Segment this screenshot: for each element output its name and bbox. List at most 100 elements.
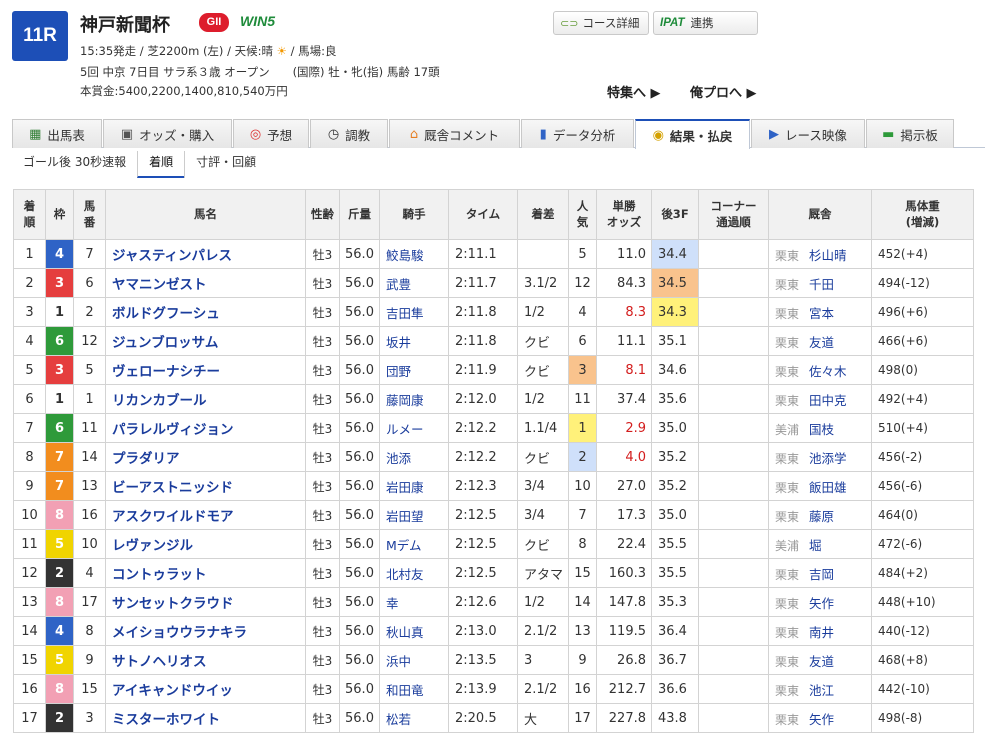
subtab-review[interactable]: 寸評・回顧	[184, 151, 267, 178]
odds-cell: 84.3	[596, 268, 652, 298]
jockey-link[interactable]: 和田竜	[386, 683, 424, 698]
horse-link[interactable]: ヴェローナシチー	[112, 364, 220, 380]
subtab-finish-order[interactable]: 着順	[137, 151, 185, 178]
horse-link[interactable]: コントゥラット	[112, 567, 207, 583]
ore-pro-link[interactable]: 俺プロへ ▶	[690, 82, 757, 101]
trainer-link[interactable]: 杉山晴	[809, 248, 847, 263]
horse-number-cell: 7	[73, 239, 106, 269]
jockey-link[interactable]: 吉田隼	[386, 306, 424, 321]
odds-cell: 11.0	[596, 239, 652, 269]
horse-link[interactable]: ビーアストニッシド	[112, 480, 233, 496]
horse-link[interactable]: ジュンブロッサム	[112, 335, 218, 351]
jockey-link[interactable]: 浜中	[386, 654, 411, 669]
course-icon: ⊂⊃	[560, 16, 579, 30]
jockey-link[interactable]: 団野	[386, 364, 411, 379]
tab-odds[interactable]: ▣ オッズ・購入	[103, 119, 232, 148]
tab-training[interactable]: ◷ 調教	[310, 119, 388, 148]
trainer-link[interactable]: 藤原	[809, 509, 834, 524]
trainer-link[interactable]: 矢作	[809, 712, 834, 727]
horse-link[interactable]: アスクワイルドモア	[112, 509, 234, 525]
jockey-link[interactable]: ルメー	[386, 422, 424, 437]
ipat-link-button[interactable]: IPAT 連携	[653, 11, 758, 35]
horse-name-cell: アスクワイルドモア	[105, 500, 306, 530]
trainer-link[interactable]: 友道	[809, 335, 834, 350]
time-cell: 2:12.2	[448, 442, 518, 472]
horse-link[interactable]: レヴァンジル	[112, 538, 193, 554]
trainer-cell: 栗東 友道	[768, 326, 872, 356]
popularity-cell: 7	[568, 500, 597, 530]
horse-link[interactable]: メイショウウラナキラ	[112, 625, 247, 641]
header-corner: コーナー 通過順	[698, 189, 769, 240]
subtab-goal-flash[interactable]: ゴール後 30秒速報	[12, 151, 137, 178]
jockey-link[interactable]: 藤岡康	[386, 393, 424, 408]
jockey-link[interactable]: 秋山真	[386, 625, 424, 640]
trainer-cell: 栗東 杉山晴	[768, 239, 872, 269]
last3f-cell: 35.2	[651, 442, 699, 472]
gate-cell: 4	[45, 239, 74, 269]
trainer-link[interactable]: 佐々木	[809, 364, 847, 379]
horse-link[interactable]: サトノヘリオス	[112, 654, 207, 670]
horse-link[interactable]: ボルドグフーシュ	[112, 306, 220, 322]
last3f-cell: 34.6	[651, 355, 699, 385]
jockey-link[interactable]: Mデム	[386, 538, 422, 553]
gate-cell: 8	[45, 500, 74, 530]
jockey-link[interactable]: 松若	[386, 712, 411, 727]
header-popularity: 人気	[568, 189, 597, 240]
jockey-cell: 岩田康	[379, 471, 449, 501]
trainer-link[interactable]: 国枝	[809, 422, 834, 437]
weight-cell: 56.0	[339, 471, 380, 501]
tab-data-analysis[interactable]: ▮ データ分析	[521, 119, 634, 148]
horse-link[interactable]: アイキャンドウイッ	[112, 683, 233, 699]
jockey-link[interactable]: 鮫島駿	[386, 248, 424, 263]
tab-shutsuba[interactable]: ▦ 出馬表	[12, 119, 102, 148]
last3f-cell: 35.0	[651, 413, 699, 443]
horse-link[interactable]: サンセットクラウド	[112, 596, 234, 612]
course-detail-button[interactable]: ⊂⊃ コース詳細	[553, 11, 649, 35]
tab-race-video[interactable]: ▶ レース映像	[751, 119, 865, 148]
weight-cell: 56.0	[339, 587, 380, 617]
tab-stable-comment[interactable]: ⌂ 厩舎コメント	[389, 119, 520, 148]
trainer-link[interactable]: 南井	[809, 625, 834, 640]
jockey-link[interactable]: 坂井	[386, 335, 411, 350]
special-feature-link[interactable]: 特集へ ▶	[607, 82, 661, 101]
gate-cell: 2	[45, 558, 74, 588]
popularity-cell: 5	[568, 239, 597, 269]
tab-results[interactable]: ◉ 結果・払戻	[635, 119, 750, 149]
margin-cell: 2.1/2	[517, 674, 569, 704]
time-cell: 2:13.0	[448, 616, 518, 646]
horse-link[interactable]: パラレルヴィジョン	[112, 422, 234, 438]
horse-link[interactable]: ジャスティンパレス	[112, 248, 232, 264]
jockey-link[interactable]: 幸	[386, 596, 399, 611]
trainer-link[interactable]: 田中克	[809, 393, 847, 408]
jockey-link[interactable]: 池添	[386, 451, 411, 466]
horse-link[interactable]: ミスターホワイト	[112, 712, 220, 728]
trainer-link[interactable]: 宮本	[809, 306, 834, 321]
trainer-link[interactable]: 池江	[809, 683, 834, 698]
horse-link[interactable]: プラダリア	[112, 451, 180, 467]
margin-cell: クビ	[517, 529, 569, 559]
popularity-cell: 1	[568, 413, 597, 443]
trainer-link[interactable]: 堀	[809, 538, 822, 553]
tab-bbs[interactable]: ▬ 掲示板	[866, 119, 954, 148]
horse-name-cell: メイショウウラナキラ	[105, 616, 306, 646]
win5-logo[interactable]: WIN5	[240, 13, 275, 29]
trainer-link[interactable]: 友道	[809, 654, 834, 669]
horse-link[interactable]: リカンカブール	[112, 393, 207, 409]
jockey-link[interactable]: 北村友	[386, 567, 424, 582]
corner-cell	[698, 297, 769, 327]
jockey-link[interactable]: 岩田望	[386, 509, 424, 524]
body-weight-cell: 440(-12)	[871, 616, 974, 646]
header-weight: 斤量	[339, 189, 380, 240]
tab-yoso[interactable]: ◎ 予想	[233, 119, 309, 148]
jockey-link[interactable]: 岩田康	[386, 480, 424, 495]
trainer-link[interactable]: 矢作	[809, 596, 834, 611]
jockey-link[interactable]: 武豊	[386, 277, 411, 292]
odds-cell: 27.0	[596, 471, 652, 501]
margin-cell: 3	[517, 645, 569, 675]
trainer-link[interactable]: 池添学	[809, 451, 847, 466]
trainer-link[interactable]: 千田	[809, 277, 834, 292]
trainer-link[interactable]: 飯田雄	[809, 480, 847, 495]
body-weight-cell: 464(0)	[871, 500, 974, 530]
horse-link[interactable]: ヤマニンゼスト	[112, 277, 207, 293]
trainer-link[interactable]: 吉岡	[809, 567, 834, 582]
